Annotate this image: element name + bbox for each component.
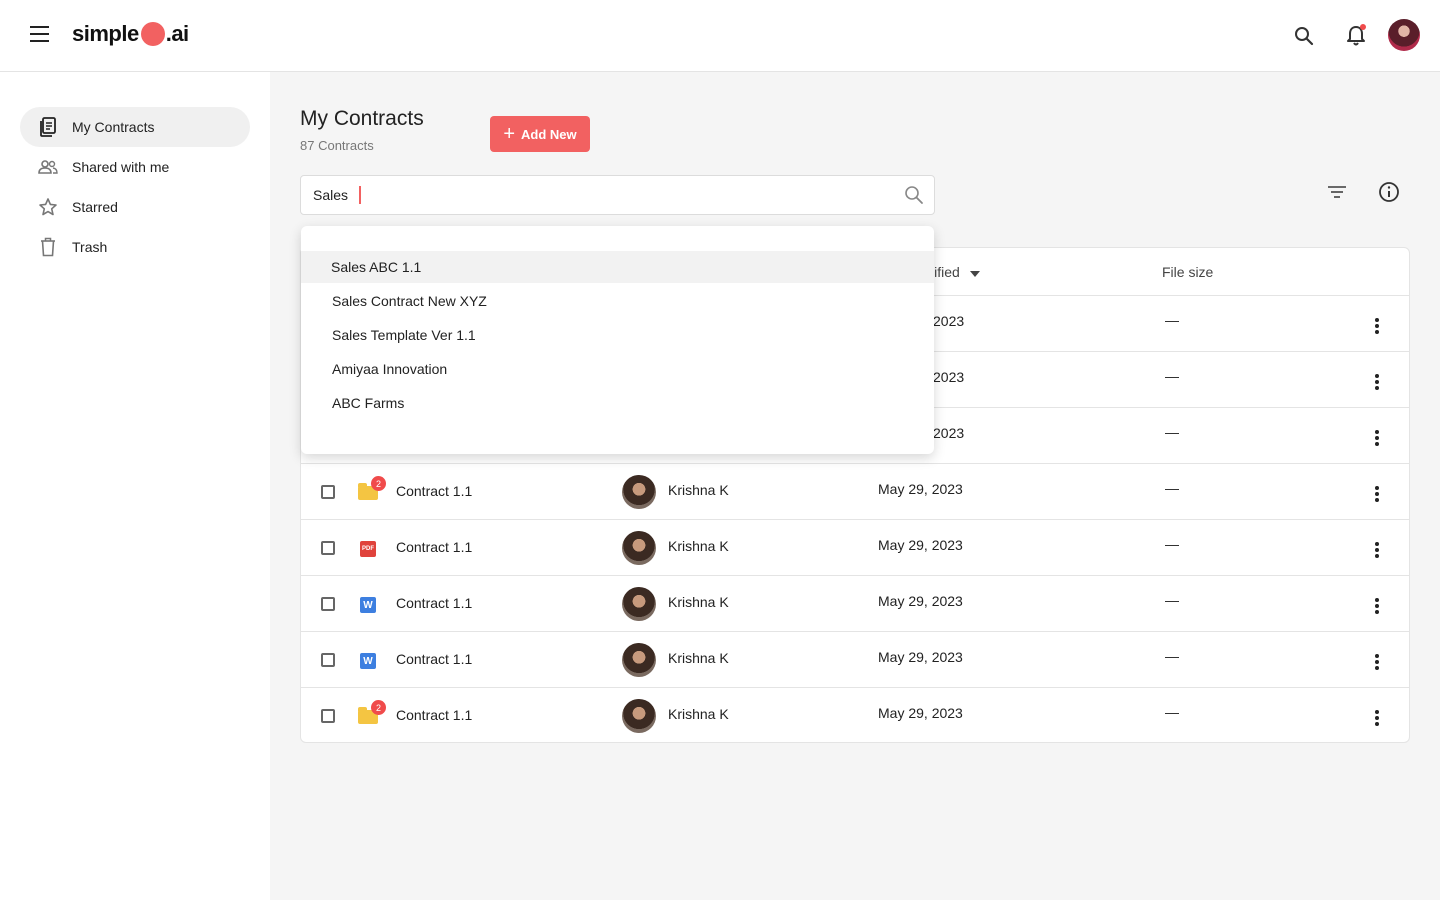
more-options-icon[interactable] [1365, 650, 1389, 674]
row-owner: Krishna K [668, 650, 729, 666]
word-icon: W [358, 651, 378, 669]
row-file-size: — [1165, 648, 1179, 664]
table-row[interactable]: W Contract 1.1 Krishna K May 29, 2023 — [301, 632, 1409, 688]
pdf-icon: PDF [358, 539, 378, 557]
star-icon [38, 197, 58, 217]
sidebar-item-label: Trash [72, 239, 108, 255]
more-options-icon[interactable] [1365, 594, 1389, 618]
row-owner: Krishna K [668, 706, 729, 722]
people-icon [38, 157, 58, 177]
owner-avatar [622, 643, 656, 677]
more-options-icon[interactable] [1365, 426, 1389, 450]
more-options-icon[interactable] [1365, 314, 1389, 338]
suggestion-item[interactable]: ABC Farms [301, 387, 934, 419]
user-avatar[interactable] [1388, 19, 1420, 51]
sidebar-item-shared[interactable]: Shared with me [20, 147, 250, 187]
notification-badge: 2 [371, 700, 386, 715]
column-file-size: File size [1162, 264, 1214, 280]
more-options-icon[interactable] [1365, 482, 1389, 506]
row-owner: Krishna K [668, 538, 729, 554]
hamburger-icon[interactable] [30, 26, 50, 46]
table-row[interactable]: 2 Contract 1.1 Krishna K May 29, 2023 — [301, 688, 1409, 744]
more-options-icon[interactable] [1365, 538, 1389, 562]
row-owner: Krishna K [668, 482, 729, 498]
owner-avatar [622, 475, 656, 509]
row-modified: May 29, 2023 [878, 593, 963, 609]
row-name[interactable]: Contract 1.1 [396, 539, 472, 555]
plus-icon: + [503, 123, 516, 145]
sidebar-item-starred[interactable]: Starred [20, 187, 250, 227]
logo-suffix: .ai [165, 21, 189, 46]
column-modified[interactable]: lified [931, 264, 980, 280]
suggestion-item[interactable]: Amiyaa Innovation [301, 353, 934, 385]
row-name[interactable]: Contract 1.1 [396, 651, 472, 667]
row-modified: May 29, 2023 [878, 649, 963, 665]
row-name[interactable]: Contract 1.1 [396, 595, 472, 611]
owner-avatar [622, 699, 656, 733]
logo-dot [140, 22, 165, 46]
row-checkbox[interactable] [321, 485, 335, 499]
row-owner: Krishna K [668, 594, 729, 610]
search-icon[interactable] [1290, 22, 1318, 50]
table-row[interactable]: 2 Contract 1.1 Krishna K May 29, 2023 — [301, 464, 1409, 520]
sort-arrow-icon [969, 271, 980, 277]
suggestion-item[interactable]: Sales Template Ver 1.1 [301, 319, 934, 351]
row-modified: May 29, 2023 [878, 705, 963, 721]
sidebar-item-label: My Contracts [72, 119, 155, 135]
add-new-label: Add New [521, 126, 577, 142]
add-new-button[interactable]: + Add New [490, 116, 590, 152]
document-icon [38, 117, 58, 137]
sidebar: My Contracts Shared with me Starred Tras… [0, 72, 270, 900]
search-icon[interactable] [904, 185, 924, 210]
row-file-size: — [1165, 424, 1179, 440]
row-modified: 2023 [933, 425, 965, 441]
search-input[interactable] [313, 187, 353, 203]
suggestion-item[interactable]: Sales Contract New XYZ [301, 285, 934, 317]
row-modified: May 29, 2023 [878, 537, 963, 553]
more-options-icon[interactable] [1365, 370, 1389, 394]
logo-prefix: simple [72, 21, 139, 46]
bell-icon[interactable] [1342, 22, 1370, 50]
row-file-size: — [1165, 704, 1179, 720]
top-bar: simple .ai [0, 0, 1440, 72]
logo[interactable]: simple .ai [72, 21, 189, 47]
folder-icon: 2 [358, 700, 386, 725]
row-file-size: — [1165, 368, 1179, 384]
row-file-size: — [1165, 312, 1179, 328]
table-row[interactable]: W Contract 1.1 Krishna K May 29, 2023 — [301, 576, 1409, 632]
owner-avatar [622, 531, 656, 565]
row-name[interactable]: Contract 1.1 [396, 483, 472, 499]
word-icon: W [358, 595, 378, 613]
folder-icon: 2 [358, 476, 386, 501]
row-file-size: — [1165, 592, 1179, 608]
table-row[interactable]: PDF Contract 1.1 Krishna K May 29, 2023 … [301, 520, 1409, 576]
row-checkbox[interactable] [321, 597, 335, 611]
row-modified: 2023 [933, 369, 965, 385]
sidebar-item-my-contracts[interactable]: My Contracts [20, 107, 250, 147]
owner-avatar [622, 587, 656, 621]
search-field[interactable] [300, 175, 935, 215]
filter-icon[interactable] [1326, 181, 1348, 203]
sidebar-item-label: Shared with me [72, 159, 170, 175]
row-file-size: — [1165, 536, 1179, 552]
notification-dot [1360, 24, 1366, 30]
suggestion-item[interactable]: Sales ABC 1.1 [301, 251, 934, 283]
sidebar-item-trash[interactable]: Trash [20, 227, 250, 267]
more-options-icon[interactable] [1365, 706, 1389, 730]
info-icon[interactable] [1378, 181, 1400, 203]
notification-badge: 2 [371, 476, 386, 491]
trash-icon [38, 237, 58, 257]
row-file-size: — [1165, 480, 1179, 496]
row-checkbox[interactable] [321, 709, 335, 723]
row-checkbox[interactable] [321, 653, 335, 667]
sidebar-item-label: Starred [72, 199, 118, 215]
row-modified: May 29, 2023 [878, 481, 963, 497]
search-suggestions-dropdown: Sales ABC 1.1 Sales Contract New XYZ Sal… [301, 226, 934, 454]
page-title: My Contracts [300, 107, 424, 130]
row-name[interactable]: Contract 1.1 [396, 707, 472, 723]
text-cursor [359, 186, 361, 204]
row-modified: 2023 [933, 313, 965, 329]
row-checkbox[interactable] [321, 541, 335, 555]
contract-count: 87 Contracts [300, 138, 374, 153]
